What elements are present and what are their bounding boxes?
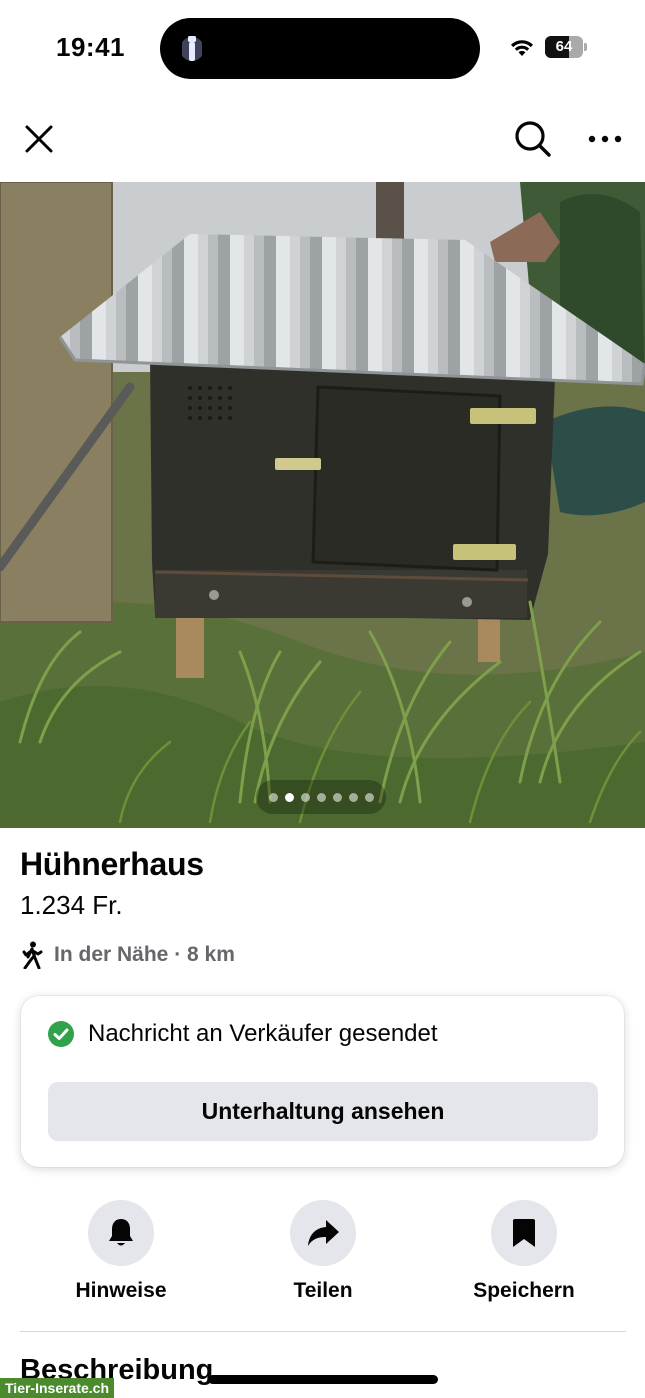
close-icon [25, 125, 53, 153]
search-button[interactable] [511, 117, 555, 161]
listing-title: Hühnerhaus [20, 846, 204, 882]
location-text: In der Nähe · 8 km [54, 943, 235, 966]
battery-percent: 64 [555, 38, 573, 55]
share-arrow-icon [308, 1220, 339, 1246]
message-status-text: Nachricht an Verkäufer gesendet [88, 1020, 438, 1047]
home-indicator[interactable] [208, 1375, 438, 1384]
bookmark-icon [513, 1219, 535, 1247]
status-bar: 19:41 64 [0, 0, 645, 96]
chicken-coop-photo [0, 182, 645, 828]
search-icon [515, 121, 551, 157]
divider [20, 1331, 626, 1332]
walking-person-icon [22, 941, 43, 969]
pager-dot [332, 792, 342, 802]
save-button[interactable]: Speichern [444, 1200, 604, 1303]
flashlight-icon [182, 36, 202, 61]
message-sent-card: Nachricht an Verkäufer gesendet Unterhal… [21, 996, 624, 1167]
pager-dot [268, 792, 278, 802]
notifications-label: Hinweise [75, 1279, 167, 1302]
pager-dot [316, 792, 326, 802]
more-options-button[interactable] [583, 117, 627, 161]
photo-pager[interactable] [256, 780, 386, 814]
top-nav [0, 96, 645, 182]
pager-dot [300, 792, 310, 802]
action-row: Hinweise Teilen Speichern [0, 1200, 645, 1310]
notifications-button[interactable]: Hinweise [41, 1200, 201, 1303]
bell-icon [109, 1219, 133, 1246]
share-label: Teilen [293, 1279, 353, 1302]
check-circle-icon [48, 1021, 74, 1047]
pager-dot [348, 792, 358, 802]
listing-price: 1.234 Fr. [20, 890, 123, 920]
battery-indicator: 64 [545, 36, 587, 58]
dynamic-island [160, 18, 480, 79]
watermark: Tier-Inserate.ch [0, 1378, 115, 1398]
view-conversation-button[interactable]: Unterhaltung ansehen [48, 1082, 598, 1141]
status-time: 19:41 [56, 32, 125, 62]
pager-dot [364, 792, 374, 802]
more-dots-icon [588, 135, 622, 143]
wifi-icon [511, 40, 533, 56]
listing-photo[interactable] [0, 182, 645, 828]
pager-dot [284, 792, 294, 802]
listing-location: In der Nähe · 8 km [20, 940, 235, 970]
save-label: Speichern [473, 1279, 575, 1302]
close-button[interactable] [17, 117, 61, 161]
share-button[interactable]: Teilen [243, 1200, 403, 1303]
